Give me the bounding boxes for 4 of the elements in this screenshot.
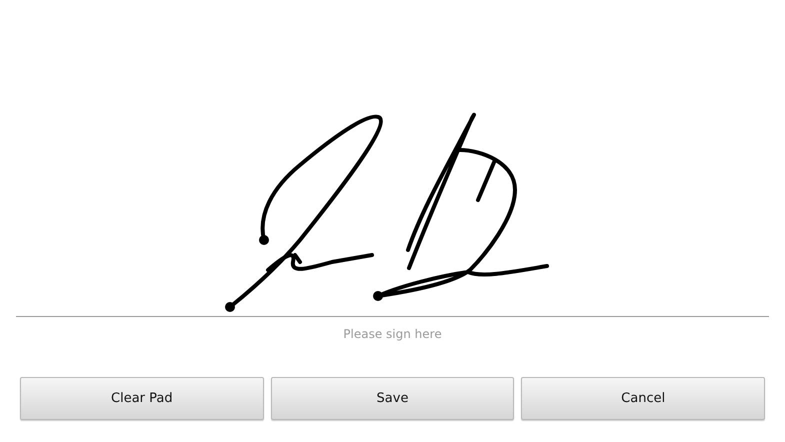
action-button[interactable]: Save bbox=[270, 377, 514, 420]
action-button[interactable]: Clear Pad bbox=[20, 377, 264, 420]
sign-here-hint: Please sign here bbox=[343, 327, 442, 343]
action-button[interactable]: Cancel bbox=[521, 377, 766, 420]
